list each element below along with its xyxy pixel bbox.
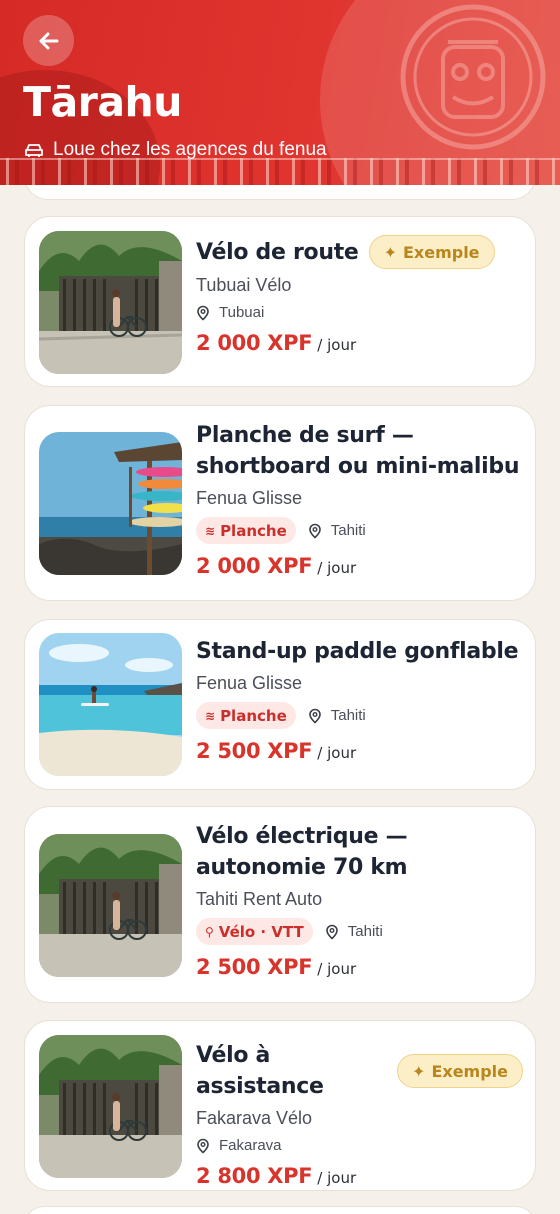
price-unit: / jour: [317, 559, 357, 577]
location-label: Tubuai: [219, 304, 265, 321]
price-unit: / jour: [317, 744, 357, 762]
location: Fakarava: [196, 1137, 282, 1154]
listing-name: Stand-up paddle gonflable: [196, 639, 519, 664]
bike-icon: ⚲: [205, 924, 214, 939]
sparkle-icon: ✦: [383, 242, 397, 262]
map-pin-icon: [308, 708, 321, 724]
location: Tahiti: [308, 522, 366, 539]
example-badge: ✦ Exemple: [368, 235, 495, 269]
category-label: Planche: [220, 521, 287, 540]
page-title: Tārahu: [23, 78, 182, 126]
listing-image: [39, 633, 182, 776]
map-pin-icon: [197, 305, 209, 321]
waves-icon: ≋: [205, 523, 216, 538]
location: Tubuai: [196, 304, 264, 321]
example-badge: ✦ Exemple: [397, 1054, 523, 1088]
listing-name: Vélo à assistance: [196, 1043, 324, 1099]
listing-card-surfboard[interactable]: Planche de surf — shortboard ou mini-mal…: [24, 405, 536, 601]
map-pin-icon: [325, 924, 338, 940]
bike-palms-photo: [39, 834, 182, 977]
category-chip: ≋ Planche: [196, 702, 296, 729]
listing-image: [39, 231, 182, 374]
price: 2 000 XPF: [196, 554, 313, 578]
agency-name: Tubuai Vélo: [196, 275, 292, 295]
location-label: Fakarava: [219, 1137, 282, 1154]
listing-image: [39, 1035, 182, 1178]
agency-name: Fenua Glisse: [196, 488, 303, 508]
example-badge-label: Exemple: [431, 1061, 508, 1081]
listing-card-assisted-bike[interactable]: Vélo à assistance ✦ Exemple Fakarava Vél…: [24, 1020, 536, 1191]
bike-palms-photo: [39, 1035, 182, 1178]
listing-card-road-bike[interactable]: Vélo de route ✦ Exemple Tubuai Vélo Tubu…: [24, 216, 536, 387]
bike-palms-photo: [39, 231, 182, 374]
map-pin-icon: [197, 1138, 209, 1154]
agency-name: Fakarava Vélo: [196, 1108, 313, 1128]
app-header: Tārahu Loue chez les agences du fenua: [0, 0, 560, 185]
header-pattern-band: [0, 158, 560, 185]
waves-icon: ≋: [205, 708, 216, 723]
category-chip: ⚲ Vélo · VTT: [196, 918, 313, 945]
price: 2 500 XPF: [196, 739, 313, 763]
car-icon: [25, 144, 43, 157]
location-label: Tahiti: [347, 923, 383, 940]
price: 2 800 XPF: [196, 1164, 313, 1188]
listing-name: Vélo électrique — autonomie 70 km: [196, 824, 408, 880]
tiki-mask-icon: [400, 4, 546, 150]
back-button[interactable]: [23, 15, 74, 66]
paddle-lagoon-photo: [39, 633, 182, 776]
price: 2 000 XPF: [196, 331, 313, 355]
listing-name: Planche de surf — shortboard ou mini-mal…: [196, 423, 520, 479]
category-label: Vélo · VTT: [218, 922, 304, 941]
price: 2 500 XPF: [196, 955, 313, 979]
listing-image: [39, 834, 182, 977]
agency-name: Tahiti Rent Auto: [196, 889, 323, 909]
next-card-edge: [24, 1206, 536, 1214]
category-chip: ≋ Planche: [196, 517, 296, 544]
listing-name: Vélo de route: [196, 239, 359, 265]
sparkle-icon: ✦: [412, 1061, 426, 1081]
location: Tahiti: [308, 707, 366, 724]
location-label: Tahiti: [330, 707, 366, 724]
price-unit: / jour: [317, 960, 357, 978]
agency-name: Fenua Glisse: [196, 673, 303, 693]
example-badge-label: Exemple: [402, 242, 480, 262]
location-label: Tahiti: [330, 522, 366, 539]
listing-card-ebike[interactable]: Vélo électrique — autonomie 70 km Tahiti…: [24, 806, 536, 1003]
surfboards-photo: [39, 432, 182, 575]
price-unit: / jour: [317, 336, 357, 354]
listing-image: [39, 432, 182, 575]
map-pin-icon: [308, 523, 321, 539]
price-unit: / jour: [317, 1169, 357, 1187]
arrow-left-icon: [39, 32, 58, 49]
category-label: Planche: [220, 706, 287, 725]
listing-card-paddle[interactable]: Stand-up paddle gonflable Fenua Glisse ≋…: [24, 619, 536, 790]
location: Tahiti: [325, 923, 383, 940]
